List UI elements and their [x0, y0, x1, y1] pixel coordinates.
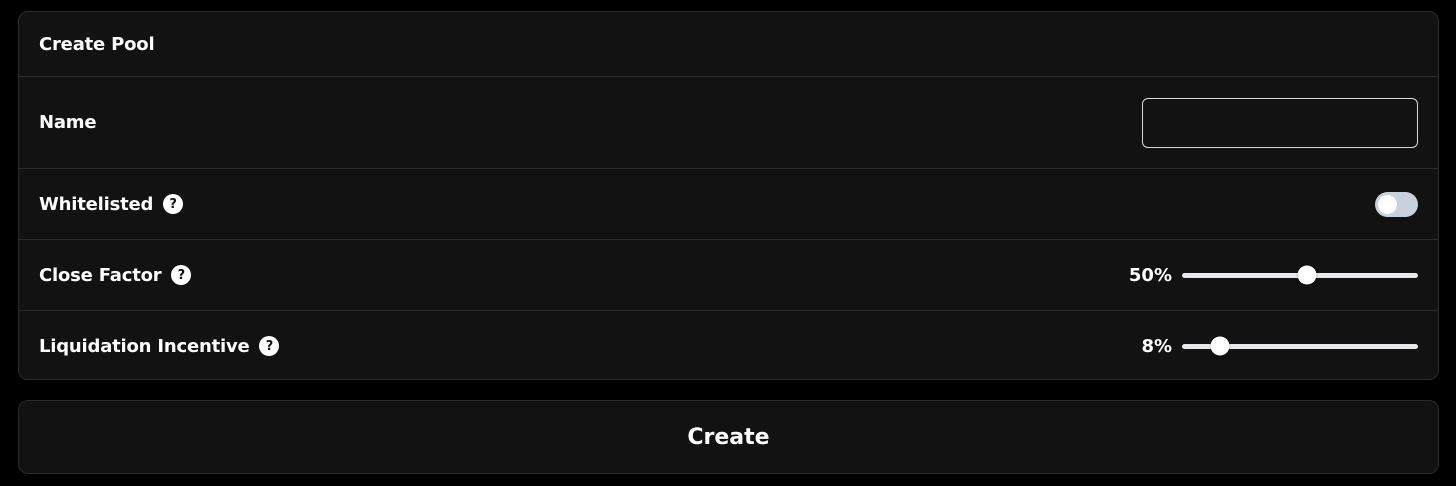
- question-circle-icon[interactable]: ?: [163, 194, 184, 214]
- close-factor-label: Close Factor: [39, 264, 162, 286]
- liquidation-incentive-value: 8%: [1141, 335, 1172, 357]
- close-factor-value: 50%: [1128, 264, 1172, 286]
- panel-title: Create Pool: [39, 33, 155, 55]
- liquidation-incentive-slider-group: 8%: [1132, 336, 1418, 357]
- name-input[interactable]: [1142, 97, 1418, 148]
- liquidation-incentive-label: Liquidation Incentive: [39, 335, 250, 357]
- close-factor-slider[interactable]: [1182, 265, 1418, 285]
- question-circle-icon[interactable]: ?: [171, 265, 192, 285]
- create-pool-panel: Create Pool Name Whitelisted ? Close Fac…: [18, 11, 1439, 380]
- toggle-knob: [1378, 194, 1397, 214]
- name-row: Name: [19, 77, 1438, 169]
- whitelisted-toggle[interactable]: [1375, 191, 1418, 217]
- liquidation-incentive-slider-thumb[interactable]: [1210, 336, 1230, 356]
- whitelisted-label: Whitelisted: [39, 193, 154, 215]
- whitelisted-row: Whitelisted ?: [19, 169, 1438, 240]
- liquidation-incentive-slider[interactable]: [1182, 336, 1418, 356]
- liquidation-incentive-row: Liquidation Incentive ? 8%: [19, 311, 1438, 379]
- create-button-label: Create: [687, 424, 770, 450]
- panel-header: Create Pool: [19, 12, 1438, 77]
- create-button[interactable]: Create: [18, 400, 1439, 474]
- close-factor-row: Close Factor ? 50%: [19, 240, 1438, 311]
- name-label: Name: [39, 112, 97, 133]
- close-factor-slider-thumb[interactable]: [1297, 265, 1317, 285]
- close-factor-slider-group: 50%: [1129, 265, 1418, 286]
- question-circle-icon[interactable]: ?: [259, 336, 280, 356]
